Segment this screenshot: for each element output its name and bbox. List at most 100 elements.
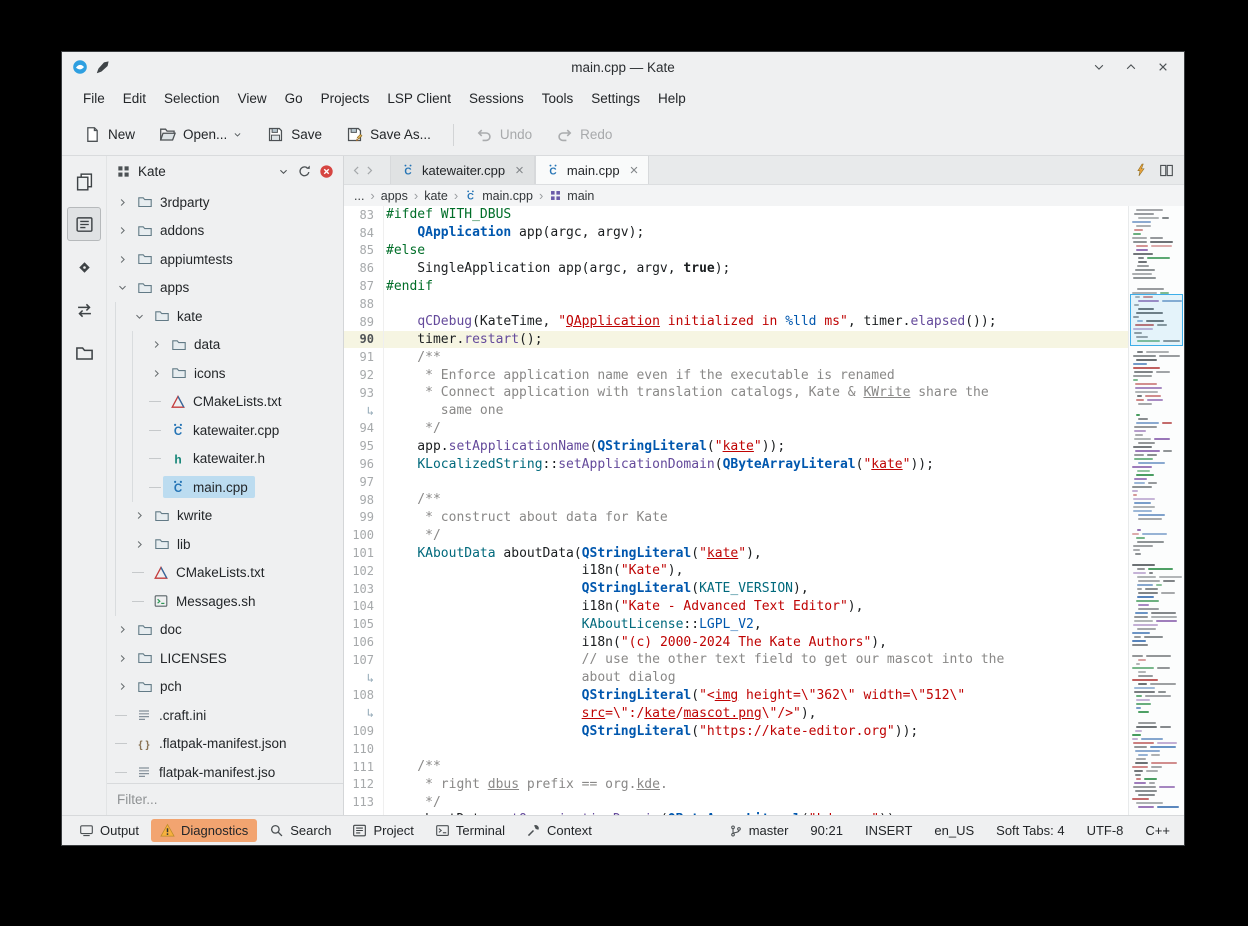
expander-icon[interactable] xyxy=(115,252,130,267)
expander-icon[interactable] xyxy=(132,309,147,324)
project-title[interactable]: Kate xyxy=(138,164,166,179)
status-terminal-button[interactable]: Terminal xyxy=(426,819,514,842)
tree-item-katewaiter-h[interactable]: hkatewaiter.h xyxy=(115,445,343,474)
filter-input[interactable] xyxy=(107,783,343,815)
line-number[interactable]: 97 xyxy=(344,473,384,491)
menu-lsp-client[interactable]: LSP Client xyxy=(378,86,460,111)
expander-icon[interactable] xyxy=(115,223,130,238)
code-lines[interactable]: 83#ifdef WITH_DBUS84 QApplication app(ar… xyxy=(344,206,1128,815)
line-number[interactable]: 94 xyxy=(344,420,384,438)
toolbar-redo-button[interactable]: Redo xyxy=(546,120,622,149)
expander-icon[interactable] xyxy=(149,366,164,381)
minimap-scrollbar[interactable] xyxy=(1128,206,1184,815)
status-syntax-mode[interactable]: C++ xyxy=(1145,823,1170,838)
expander-icon[interactable] xyxy=(132,537,147,552)
expander-icon[interactable] xyxy=(115,679,130,694)
line-number[interactable]: 104 xyxy=(344,598,384,616)
tree-item-flatpak-manifest-json[interactable]: { }.flatpak-manifest.json xyxy=(115,730,343,759)
tree-item-pch[interactable]: pch xyxy=(115,673,343,702)
toolbar-open-button[interactable]: Open... xyxy=(149,120,253,149)
dock-filesystem-button[interactable] xyxy=(67,336,101,370)
tree-item-doc[interactable]: doc xyxy=(115,616,343,645)
menu-sessions[interactable]: Sessions xyxy=(460,86,533,111)
line-number[interactable]: 95 xyxy=(344,437,384,455)
line-number[interactable]: 84 xyxy=(344,224,384,242)
line-number[interactable]: 96 xyxy=(344,455,384,473)
status-input-mode[interactable]: INSERT xyxy=(865,823,912,838)
tree-item-craft-ini[interactable]: .craft.ini xyxy=(115,701,343,730)
toolbar-new-button[interactable]: New xyxy=(74,120,145,149)
status-git-branch[interactable]: master xyxy=(729,823,789,838)
expander-icon[interactable] xyxy=(115,651,130,666)
line-number[interactable]: 92 xyxy=(344,366,384,384)
line-number[interactable]: 83 xyxy=(344,206,384,224)
tree-item-data[interactable]: data xyxy=(115,331,343,360)
code-editor[interactable]: 83#ifdef WITH_DBUS84 QApplication app(ar… xyxy=(344,206,1184,815)
line-number[interactable]: 111 xyxy=(344,758,384,776)
menu-tools[interactable]: Tools xyxy=(533,86,583,111)
line-number[interactable]: 100 xyxy=(344,526,384,544)
breadcrumb-kate[interactable]: kate xyxy=(424,189,448,203)
dock-documents-button[interactable] xyxy=(67,164,101,198)
line-number[interactable]: 91 xyxy=(344,348,384,366)
line-number[interactable]: 101 xyxy=(344,544,384,562)
tree-item-licenses[interactable]: LICENSES xyxy=(115,644,343,673)
line-number[interactable]: ↳ xyxy=(344,704,384,722)
tab-history-forward-button[interactable] xyxy=(363,164,376,177)
line-number[interactable]: ↳ xyxy=(344,669,384,687)
status-project-button[interactable]: Project xyxy=(343,819,422,842)
menu-edit[interactable]: Edit xyxy=(114,86,155,111)
menu-file[interactable]: File xyxy=(74,86,114,111)
dock-projects-button[interactable] xyxy=(67,207,101,241)
line-number[interactable]: 102 xyxy=(344,562,384,580)
tree-item-cmakelists-txt[interactable]: CMakeLists.txt xyxy=(115,559,343,588)
line-number[interactable]: 85 xyxy=(344,242,384,260)
toolbar-save-button[interactable]: Save xyxy=(257,120,332,149)
minimap-viewport[interactable] xyxy=(1130,294,1183,346)
breadcrumb-apps[interactable]: apps xyxy=(381,189,408,203)
line-number[interactable]: ↳ xyxy=(344,402,384,420)
quick-open-icon[interactable] xyxy=(1134,163,1148,177)
line-number[interactable]: 103 xyxy=(344,580,384,598)
toolbar-undo-button[interactable]: Undo xyxy=(466,120,542,149)
line-number[interactable]: 90 xyxy=(344,331,384,349)
minimize-button[interactable] xyxy=(1092,60,1106,74)
tree-item-3rdparty[interactable]: 3rdparty xyxy=(115,188,343,217)
expander-icon[interactable] xyxy=(115,622,130,637)
line-number[interactable]: 86 xyxy=(344,259,384,277)
line-number[interactable]: 114 xyxy=(344,811,384,815)
close-project-button[interactable] xyxy=(319,164,334,179)
line-number[interactable]: 87 xyxy=(344,277,384,295)
split-view-icon[interactable] xyxy=(1159,163,1174,178)
tree-item-kwrite[interactable]: kwrite xyxy=(115,502,343,531)
tree-item-appiumtests[interactable]: appiumtests xyxy=(115,245,343,274)
tab-main-cpp[interactable]: Cmain.cpp× xyxy=(535,156,650,184)
line-number[interactable]: 88 xyxy=(344,295,384,313)
refresh-project-button[interactable] xyxy=(297,164,312,179)
line-number[interactable]: 106 xyxy=(344,633,384,651)
tree-item-kate[interactable]: kate xyxy=(115,302,343,331)
breadcrumb-collapsed[interactable]: ... xyxy=(354,189,364,203)
line-number[interactable]: 110 xyxy=(344,740,384,758)
expander-icon[interactable] xyxy=(115,195,130,210)
status-diagnostics-button[interactable]: Diagnostics xyxy=(151,819,257,842)
menu-go[interactable]: Go xyxy=(276,86,312,111)
line-number[interactable]: 108 xyxy=(344,687,384,705)
tree-item-icons[interactable]: icons xyxy=(115,359,343,388)
tab-katewaiter-cpp[interactable]: Ckatewaiter.cpp× xyxy=(390,156,535,184)
status-context-button[interactable]: Context xyxy=(517,819,601,842)
toolbar-save-as-button[interactable]: Save As... xyxy=(336,120,441,149)
expander-icon[interactable] xyxy=(115,280,130,295)
status-cursor-position[interactable]: 90:21 xyxy=(810,823,843,838)
close-button[interactable] xyxy=(1156,60,1170,74)
line-number[interactable]: 98 xyxy=(344,491,384,509)
tab-history-back-button[interactable] xyxy=(350,164,363,177)
project-select-caret-icon[interactable] xyxy=(277,165,290,178)
expander-icon[interactable] xyxy=(132,508,147,523)
dock-git-button[interactable] xyxy=(67,250,101,284)
line-number[interactable]: 89 xyxy=(344,313,384,331)
tree-item-flatpak-manifest-jso[interactable]: flatpak-manifest.jso xyxy=(115,758,343,783)
tree-item-addons[interactable]: addons xyxy=(115,217,343,246)
tree-item-katewaiter-cpp[interactable]: Ckatewaiter.cpp xyxy=(115,416,343,445)
status-output-button[interactable]: Output xyxy=(70,819,148,842)
